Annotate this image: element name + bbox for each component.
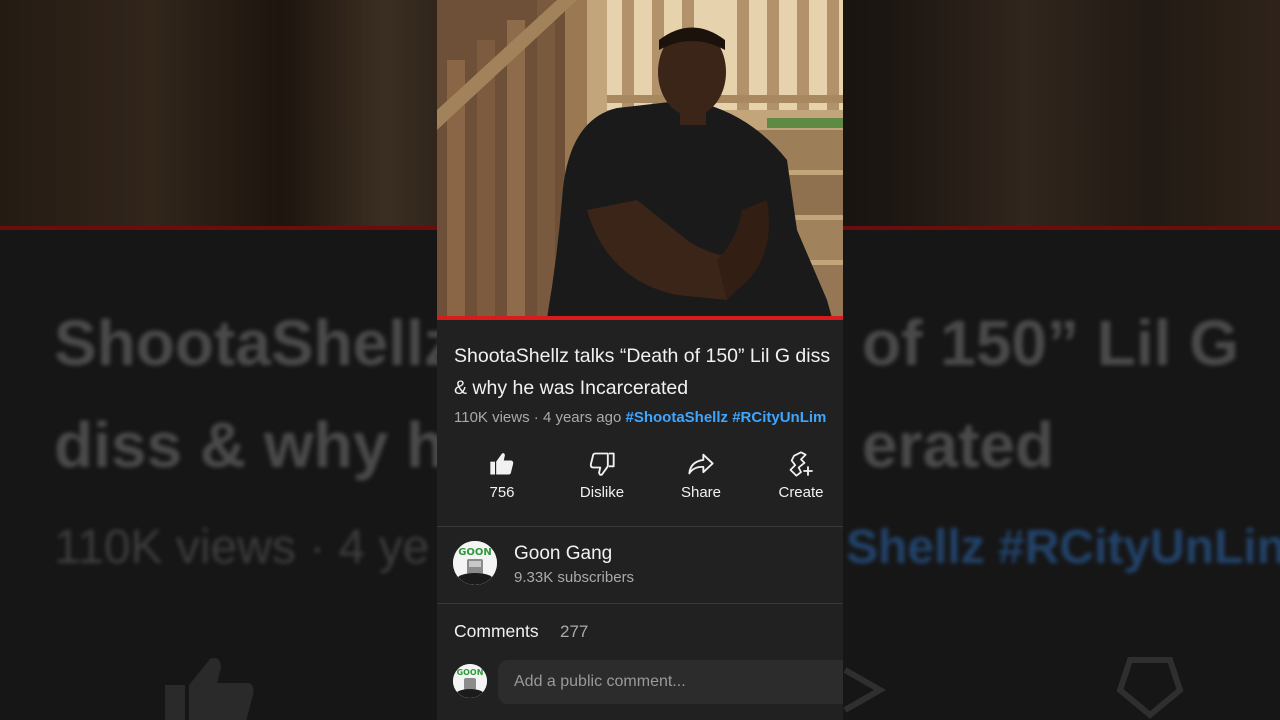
thumbs-down-icon [589, 452, 615, 476]
svg-text:GOON: GOON [458, 547, 492, 558]
video-player[interactable] [437, 0, 843, 318]
backdrop-meta-right: Shellz #RCityUnLin [846, 521, 1280, 574]
action-bar: 756 Dislike Share Create [437, 450, 843, 510]
backdrop-title2-right: erated [862, 409, 1055, 481]
video-meta: 110K views · 4 years ago #ShootaShellz #… [454, 409, 843, 426]
backdrop-meta-left: 110K views · 4 ye [54, 521, 430, 574]
meta-separator: · [529, 409, 543, 426]
create-icon [789, 451, 813, 477]
create-label: Create [778, 484, 824, 501]
share-label: Share [680, 484, 722, 501]
divider [437, 603, 843, 604]
upload-age: 4 years ago [542, 409, 622, 426]
video-title: ShootaShellz talks “Death of 150” Lil G … [454, 345, 831, 399]
channel-avatar[interactable]: GOON [453, 541, 497, 585]
share-button[interactable]: Share [651, 450, 751, 501]
backdrop-share-icon [843, 667, 887, 713]
user-avatar: GOON [453, 664, 487, 698]
channel-name[interactable]: Goon Gang [514, 543, 612, 565]
comment-input[interactable]: Add a public comment... [498, 660, 843, 704]
subscriber-count: 9.33K subscribers [514, 569, 635, 586]
hashtag-link[interactable]: #RCityUnLim [732, 409, 826, 426]
video-frame [437, 0, 843, 318]
video-progress-bar[interactable] [437, 316, 843, 320]
backdrop-title-left: ShootaShellz [54, 307, 456, 379]
backdrop-create-icon [1116, 657, 1184, 719]
svg-text:GOON: GOON [457, 668, 484, 677]
like-button[interactable]: 756 [452, 450, 552, 501]
dislike-button[interactable]: Dislike [552, 450, 652, 501]
divider [437, 526, 843, 527]
backdrop-thumbs-up-icon [165, 658, 254, 720]
like-count: 756 [489, 484, 515, 501]
backdrop-title2-left: diss & why h [54, 409, 446, 481]
comments-heading[interactable]: Comments [454, 621, 539, 642]
create-button[interactable]: Create [751, 450, 843, 501]
dislike-label: Dislike [579, 484, 625, 501]
hashtag-link[interactable]: #ShootaShellz [626, 409, 729, 426]
video-detail-panel: ShootaShellz talks “Death of 150” Lil G … [437, 0, 843, 720]
comments-count: 277 [560, 622, 589, 641]
thumbs-up-icon [490, 453, 514, 475]
goon-gang-logo: GOON [453, 541, 497, 585]
view-count: 110K views [454, 409, 530, 426]
share-icon [688, 453, 714, 475]
backdrop-title-right: of 150” Lil G [862, 307, 1239, 379]
goon-gang-logo: GOON [453, 664, 487, 698]
